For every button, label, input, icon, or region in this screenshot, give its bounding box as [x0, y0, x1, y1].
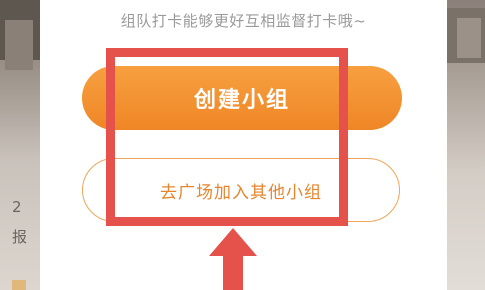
create-group-button[interactable]: 创建小组 — [82, 66, 402, 130]
background-strip — [12, 280, 26, 290]
background-text: 报 — [12, 228, 28, 246]
background-right-blurred — [447, 0, 485, 290]
annotation-arrow-icon — [209, 228, 257, 290]
background-left-blurred: 2 报 — [0, 0, 40, 290]
join-other-group-button[interactable]: 去广场加入其他小组 — [82, 158, 400, 222]
dialog-hint-text: 组队打卡能够更好互相监督打卡哦~ — [120, 12, 367, 30]
blurred-image-detail — [457, 18, 481, 58]
blurred-image-detail — [5, 20, 33, 70]
background-text: 2 — [12, 198, 22, 216]
